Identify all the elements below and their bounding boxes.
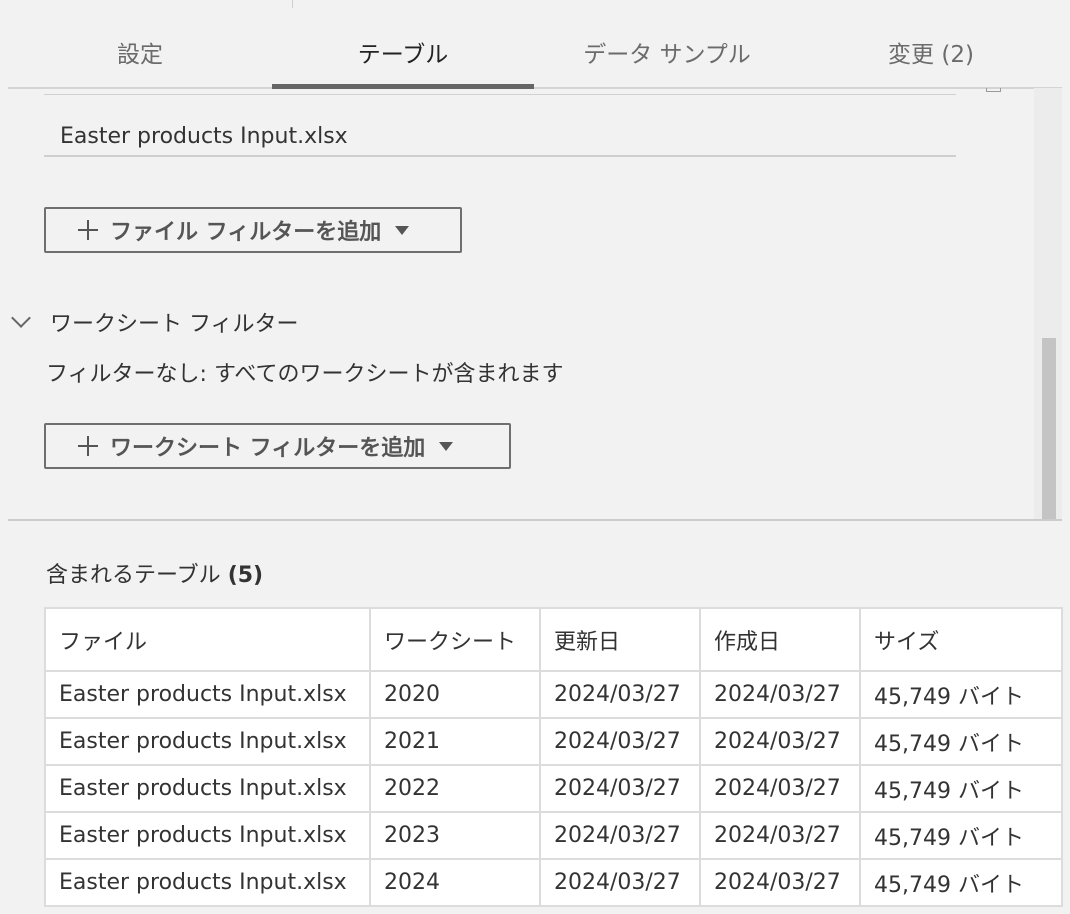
- cell-modified: 2024/03/27: [539, 670, 701, 719]
- caret-down-icon: [439, 441, 454, 451]
- table-header-row: ファイル ワークシート 更新日 作成日 サイズ: [44, 607, 1063, 672]
- tab-tables[interactable]: テーブル: [272, 24, 534, 89]
- included-tables-label: 含まれるテーブル: [46, 563, 221, 588]
- table-row[interactable]: Easter products Input.xlsx 2021 2024/03/…: [44, 717, 1063, 766]
- worksheet-filter-title: ワークシート フィルター: [50, 312, 299, 337]
- cell-created: 2024/03/27: [699, 858, 861, 907]
- tab-settings[interactable]: 設定: [8, 24, 272, 87]
- add-worksheet-filter-button[interactable]: ワークシート フィルターを追加: [44, 423, 511, 469]
- cell-file: Easter products Input.xlsx: [44, 764, 371, 813]
- scrollbar[interactable]: [1034, 88, 1062, 519]
- cell-modified: 2024/03/27: [539, 811, 701, 860]
- table-row[interactable]: Easter products Input.xlsx 2020 2024/03/…: [44, 670, 1063, 719]
- table-row[interactable]: Easter products Input.xlsx 2024 2024/03/…: [44, 858, 1063, 907]
- divider: [44, 94, 956, 95]
- table-row[interactable]: Easter products Input.xlsx 2023 2024/03/…: [44, 811, 1063, 860]
- cell-size: 45,749 バイト: [859, 670, 1063, 719]
- filter-scroll-area: Easter products Input.xlsx ファイル フィルターを追加…: [8, 88, 1062, 519]
- tab-bar: 設定 テーブル データ サンプル 変更 (2): [8, 24, 1062, 89]
- worksheet-filter-header[interactable]: ワークシート フィルター: [8, 302, 299, 342]
- cell-created: 2024/03/27: [699, 670, 861, 719]
- caret-down-icon: [395, 225, 410, 235]
- cell-modified: 2024/03/27: [539, 858, 701, 907]
- cell-size: 45,749 バイト: [859, 764, 1063, 813]
- cell-worksheet: 2021: [369, 717, 541, 766]
- cell-file: Easter products Input.xlsx: [44, 670, 371, 719]
- cell-created: 2024/03/27: [699, 764, 861, 813]
- top-divider-tick: [292, 0, 293, 8]
- plus-icon: [78, 436, 98, 456]
- cell-worksheet: 2020: [369, 670, 541, 719]
- included-tables-count: (5): [227, 563, 264, 588]
- cell-size: 45,749 バイト: [859, 811, 1063, 860]
- column-header-worksheet[interactable]: ワークシート: [369, 607, 541, 672]
- cell-file: Easter products Input.xlsx: [44, 858, 371, 907]
- cell-size: 45,749 バイト: [859, 717, 1063, 766]
- cell-file: Easter products Input.xlsx: [44, 811, 371, 860]
- tab-data-sample[interactable]: データ サンプル: [534, 24, 800, 87]
- section-divider: [8, 519, 1062, 521]
- cell-worksheet: 2023: [369, 811, 541, 860]
- column-header-file[interactable]: ファイル: [44, 607, 371, 672]
- cell-size: 45,749 バイト: [859, 858, 1063, 907]
- cell-file: Easter products Input.xlsx: [44, 717, 371, 766]
- file-name-field: Easter products Input.xlsx: [44, 118, 956, 157]
- cell-created: 2024/03/27: [699, 717, 861, 766]
- add-file-filter-label: ファイル フィルターを追加: [110, 220, 382, 245]
- tab-changes[interactable]: 変更 (2): [800, 24, 1062, 87]
- included-tables-title: 含まれるテーブル (5): [46, 557, 263, 589]
- scrollbar-thumb[interactable]: [1042, 338, 1056, 519]
- cell-modified: 2024/03/27: [539, 717, 701, 766]
- column-header-size[interactable]: サイズ: [859, 607, 1063, 672]
- cell-modified: 2024/03/27: [539, 764, 701, 813]
- table-settings-panel: 設定 テーブル データ サンプル 変更 (2) Easter products …: [0, 0, 1070, 914]
- cell-worksheet: 2022: [369, 764, 541, 813]
- cell-worksheet: 2024: [369, 858, 541, 907]
- included-tables-table: ファイル ワークシート 更新日 作成日 サイズ Easter products …: [44, 607, 1063, 907]
- column-header-created[interactable]: 作成日: [699, 607, 861, 672]
- clipboard-icon: [986, 88, 1001, 92]
- add-worksheet-filter-label: ワークシート フィルターを追加: [110, 436, 426, 461]
- plus-icon: [78, 220, 98, 240]
- column-header-modified[interactable]: 更新日: [539, 607, 701, 672]
- table-row[interactable]: Easter products Input.xlsx 2022 2024/03/…: [44, 764, 1063, 813]
- cell-created: 2024/03/27: [699, 811, 861, 860]
- worksheet-filter-description: フィルターなし: すべてのワークシートが含まれます: [46, 362, 564, 387]
- chevron-down-icon[interactable]: [11, 308, 31, 328]
- add-file-filter-button[interactable]: ファイル フィルターを追加: [44, 207, 462, 253]
